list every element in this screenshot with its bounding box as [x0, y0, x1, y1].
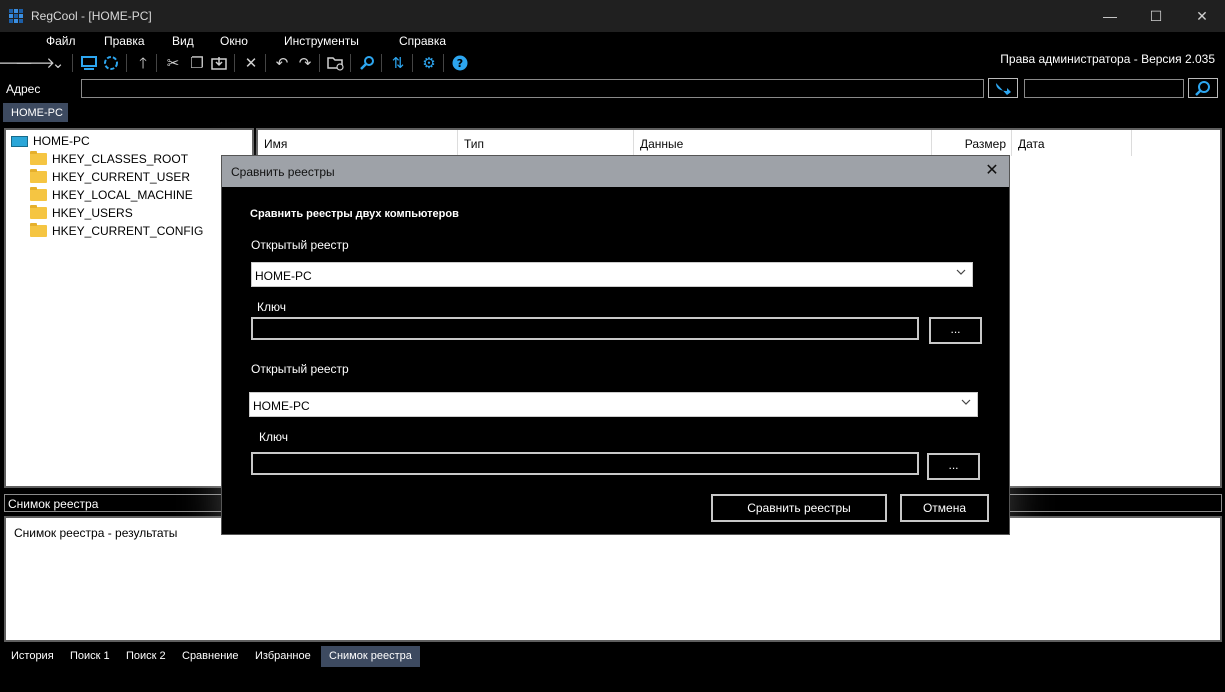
new-key-folder-icon[interactable]	[326, 53, 346, 73]
column-data[interactable]: Данные	[634, 130, 932, 156]
up-arrow-icon[interactable]: 🡑	[133, 53, 153, 73]
toolbar: 🡐 🡒 ⌄ 🡑 ✂ ❐ ✕ ↶ ↷ ⇅ ⚙ ? Права администра…	[0, 50, 1225, 76]
redo-icon[interactable]: ↷	[295, 53, 315, 73]
app-icon	[9, 9, 23, 23]
minimize-button[interactable]: —	[1087, 0, 1133, 32]
toolbar-separator	[234, 54, 235, 72]
key2-input[interactable]	[251, 452, 919, 475]
refresh-icon[interactable]: ⇅	[388, 53, 408, 73]
toolbar-separator	[381, 54, 382, 72]
key1-input[interactable]	[251, 317, 919, 340]
tree-item-hkcc[interactable]: HKEY_CURRENT_CONFIG	[30, 223, 203, 238]
toolbar-separator	[72, 54, 73, 72]
computer-icon[interactable]	[79, 53, 99, 73]
dialog-heading: Сравнить реестры двух компьютеров	[250, 208, 459, 220]
tree-root[interactable]: HOME-PC	[11, 134, 90, 148]
toolbar-separator	[265, 54, 266, 72]
tree-item-hkcr[interactable]: HKEY_CLASSES_ROOT	[30, 151, 188, 166]
key2-browse-button[interactable]: ...	[927, 453, 980, 480]
address-label: Адрес	[6, 82, 41, 96]
forward-icon[interactable]: 🡒	[15, 53, 55, 73]
snapshot-results-text: Снимок реестра - результаты	[14, 526, 178, 540]
tree-root-label: HOME-PC	[33, 134, 90, 148]
column-type[interactable]: Тип	[458, 130, 634, 156]
menu-file[interactable]: Файл	[46, 34, 76, 48]
network-icon[interactable]	[101, 53, 121, 73]
help-icon[interactable]: ?	[450, 53, 470, 73]
dialog-title: Сравнить реестры	[231, 165, 335, 179]
toolbar-separator	[126, 54, 127, 72]
tree-item-hku[interactable]: HKEY_USERS	[30, 205, 133, 220]
title-bar: RegCool - [HOME-PC] — ☐ ✕	[0, 0, 1225, 32]
chevron-down-icon	[961, 399, 971, 405]
column-name[interactable]: Имя	[258, 130, 458, 156]
registry-tree: HOME-PC HKEY_CLASSES_ROOT HKEY_CURRENT_U…	[4, 128, 254, 488]
menu-window[interactable]: Окно	[220, 34, 248, 48]
address-go-button[interactable]	[988, 78, 1018, 98]
folder-icon	[30, 187, 47, 201]
tree-item-hkcu[interactable]: HKEY_CURRENT_USER	[30, 169, 190, 184]
toolbar-separator	[412, 54, 413, 72]
folder-icon	[30, 223, 47, 237]
key1-label: Ключ	[257, 300, 286, 314]
search-button[interactable]	[1188, 78, 1218, 98]
gear-icon[interactable]: ⚙	[419, 53, 439, 73]
rights-version-text: Права администратора - Версия 2.035	[1000, 52, 1215, 66]
tab-search-2[interactable]: Поиск 2	[118, 646, 174, 667]
search-icon	[1195, 81, 1210, 96]
delete-icon[interactable]: ✕	[241, 53, 261, 73]
menu-view[interactable]: Вид	[172, 34, 194, 48]
svg-text:?: ?	[457, 57, 463, 70]
cancel-button[interactable]: Отмена	[900, 494, 989, 522]
menu-bar: Файл Правка Вид Окно Инструменты Справка	[0, 32, 1225, 50]
chevron-down-icon	[956, 269, 966, 275]
folder-icon	[30, 169, 47, 183]
cut-icon[interactable]: ✂	[163, 53, 183, 73]
registry2-label: Открытый реестр	[251, 362, 349, 376]
folder-icon	[30, 151, 47, 165]
registry1-label: Открытый реестр	[251, 238, 349, 252]
search-input[interactable]	[1024, 79, 1184, 98]
toolbar-separator	[156, 54, 157, 72]
dropdown-chevron-icon[interactable]: ⌄	[48, 53, 68, 73]
tab-search-1[interactable]: Поиск 1	[62, 646, 118, 667]
tree-item-hklm[interactable]: HKEY_LOCAL_MACHINE	[30, 187, 193, 202]
toolbar-separator	[350, 54, 351, 72]
copy-icon[interactable]: ❐	[187, 53, 207, 73]
menu-help[interactable]: Справка	[399, 34, 446, 48]
undo-icon[interactable]: ↶	[272, 53, 292, 73]
toolbar-separator	[319, 54, 320, 72]
key1-browse-button[interactable]: ...	[929, 317, 982, 344]
dialog-close-icon[interactable]: ✕	[983, 162, 1001, 180]
tab-favorites[interactable]: Избранное	[247, 646, 319, 667]
folder-icon	[30, 205, 47, 219]
address-input[interactable]	[81, 79, 984, 98]
computer-icon	[11, 135, 28, 147]
column-date[interactable]: Дата	[1012, 130, 1132, 156]
dialog-title-bar: Сравнить реестры	[222, 156, 1009, 187]
window-title: RegCool - [HOME-PC]	[31, 9, 152, 23]
key2-label: Ключ	[259, 430, 288, 444]
close-window-button[interactable]: ✕	[1179, 0, 1225, 32]
menu-tools[interactable]: Инструменты	[284, 34, 359, 48]
search-icon[interactable]	[357, 53, 377, 73]
tab-history[interactable]: История	[3, 646, 62, 667]
registry1-select[interactable]: HOME-PC	[251, 262, 973, 287]
paste-icon[interactable]	[209, 53, 229, 73]
tab-compare[interactable]: Сравнение	[174, 646, 247, 667]
column-size[interactable]: Размер	[932, 130, 1012, 156]
toolbar-separator	[443, 54, 444, 72]
maximize-button[interactable]: ☐	[1133, 0, 1179, 32]
tab-snapshot[interactable]: Снимок реестра	[321, 646, 420, 667]
compare-registries-button[interactable]: Сравнить реестры	[711, 494, 887, 522]
compare-registries-dialog: Сравнить реестры ✕ Сравнить реестры двух…	[221, 155, 1010, 535]
go-arrow-icon	[996, 83, 1011, 95]
registry2-select[interactable]: HOME-PC	[249, 392, 978, 417]
tab-home-pc[interactable]: HOME-PC	[3, 103, 68, 122]
list-header: Имя Тип Данные Размер Дата	[258, 130, 1220, 156]
menu-edit[interactable]: Правка	[104, 34, 145, 48]
